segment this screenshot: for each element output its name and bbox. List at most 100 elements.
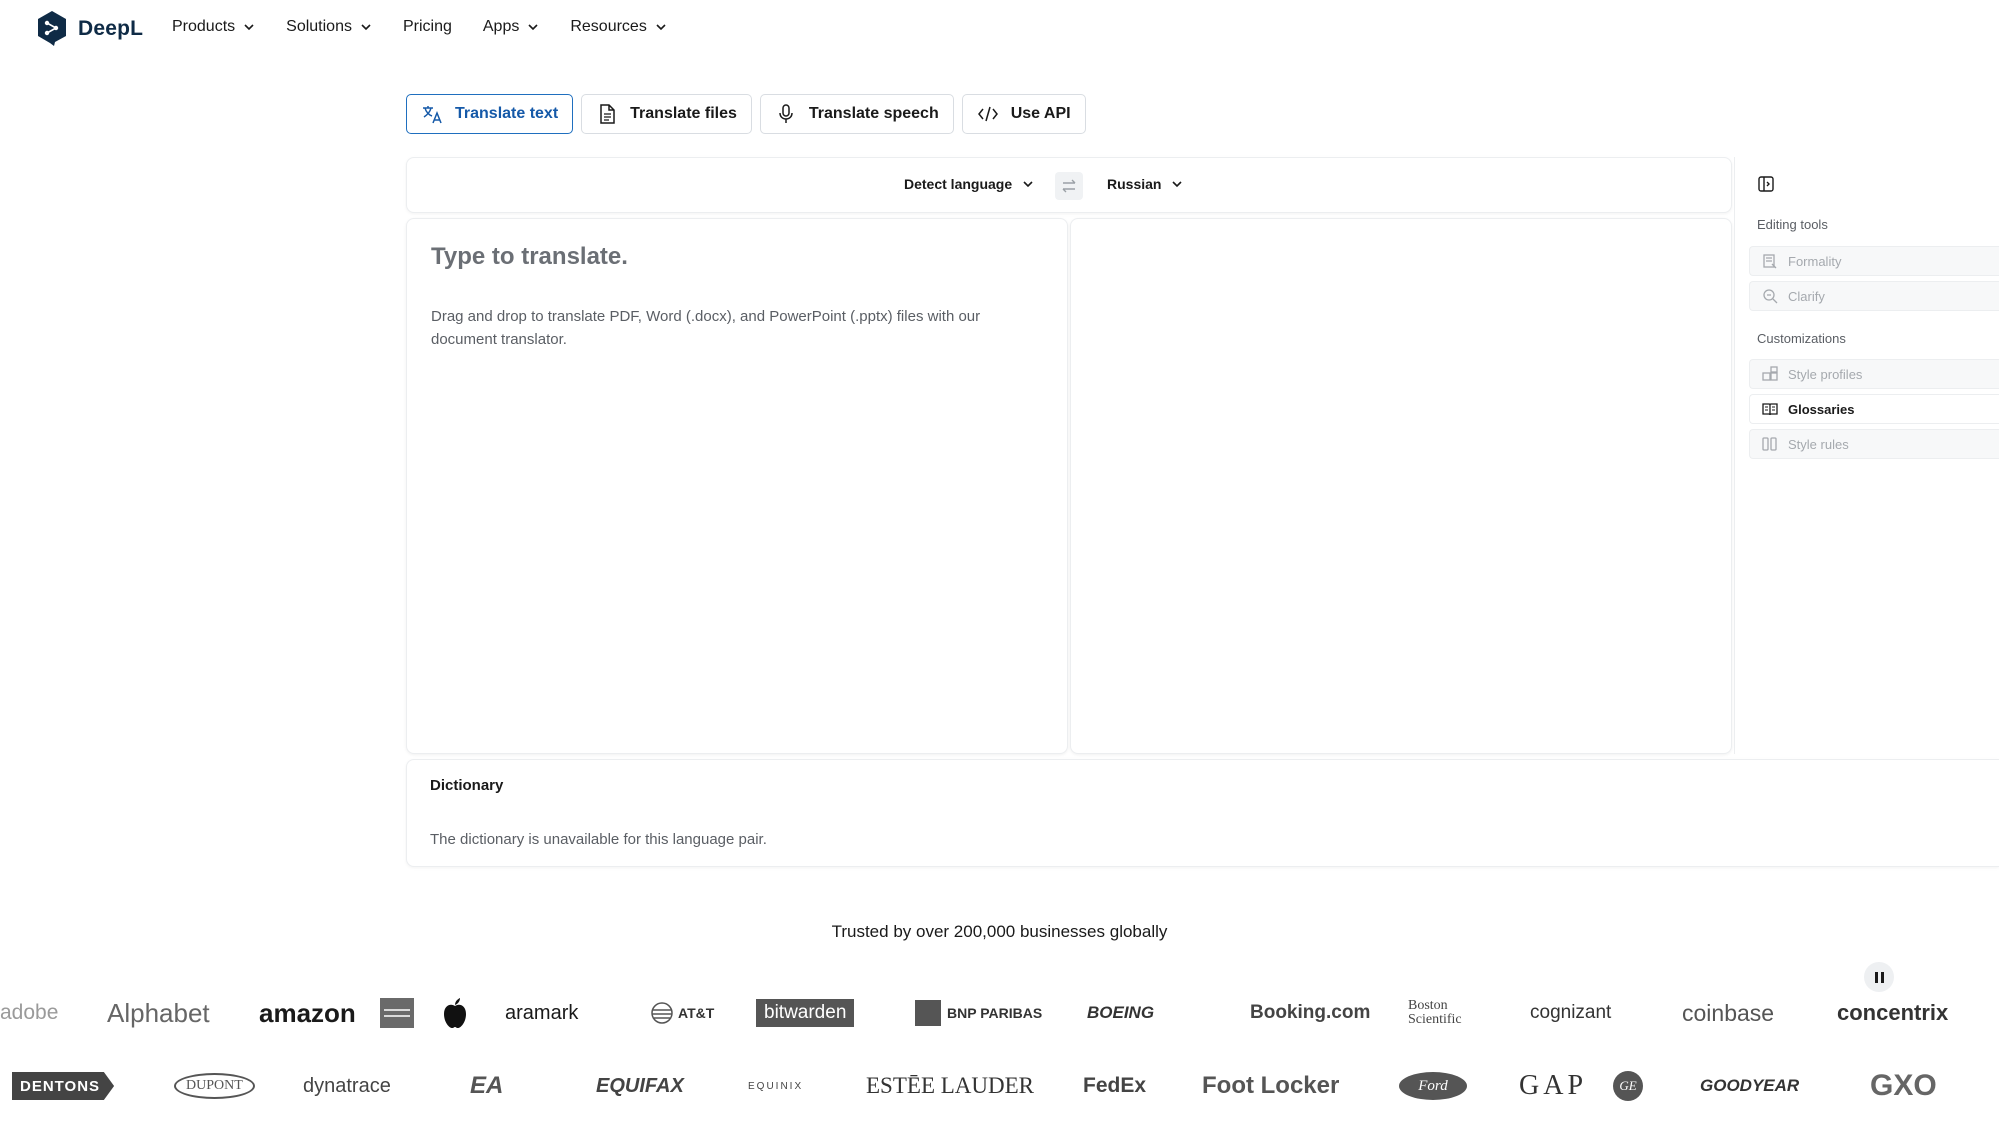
style-rules-icon bbox=[1762, 437, 1777, 451]
target-text-area[interactable] bbox=[1070, 218, 1732, 754]
nav-apps-label: Apps bbox=[482, 18, 520, 35]
nav-products-label: Products bbox=[172, 18, 236, 35]
style-rules-button[interactable]: Style rules bbox=[1749, 429, 1999, 459]
nav-solutions[interactable]: Solutions bbox=[286, 18, 372, 36]
nav-pricing[interactable]: Pricing bbox=[403, 18, 452, 36]
logo-bnp-text: BNP PARIBAS bbox=[947, 1005, 1043, 1021]
logo-gap: GAP bbox=[1519, 1070, 1588, 1101]
nav-resources-label: Resources bbox=[570, 18, 647, 35]
dictionary-message: The dictionary is unavailable for this l… bbox=[430, 831, 767, 848]
customizations-heading: Customizations bbox=[1757, 331, 1846, 346]
chevron-down-icon bbox=[361, 24, 371, 31]
logo-dupont: DUPONT bbox=[174, 1066, 255, 1106]
logo-att: AT&T bbox=[650, 993, 714, 1033]
clarify-icon bbox=[1763, 289, 1778, 304]
source-language-select[interactable]: Detect language bbox=[904, 176, 1034, 192]
chevron-down-icon bbox=[1172, 181, 1183, 188]
logo-fedex: FedEx bbox=[1083, 1074, 1147, 1097]
chevron-down-icon bbox=[244, 24, 254, 31]
logo-ford: Ford bbox=[1399, 1066, 1467, 1106]
tab-use-api[interactable]: Use API bbox=[961, 94, 1086, 134]
logo-amazon: amazon bbox=[259, 997, 356, 1028]
translate-icon bbox=[423, 106, 442, 124]
nav-apps[interactable]: Apps bbox=[483, 18, 539, 36]
logo-ea: EA bbox=[470, 1072, 504, 1099]
editing-tools-heading: Editing tools bbox=[1757, 217, 1828, 232]
bnp-square-mark bbox=[915, 1000, 941, 1026]
logo-equifax: EQUIFAX bbox=[596, 1074, 684, 1097]
logo-boeing: BOEING bbox=[1087, 1003, 1155, 1022]
logo-ge-text: GE bbox=[1613, 1071, 1643, 1101]
nav-pricing-label: Pricing bbox=[402, 18, 452, 35]
nav-solutions-label: Solutions bbox=[286, 18, 352, 35]
logo-cognizant: cognizant bbox=[1530, 1002, 1612, 1023]
glossary-icon bbox=[1762, 403, 1778, 416]
brand-name: DeepL bbox=[78, 16, 144, 40]
document-drop-hint: Drag and drop to translate PDF, Word (.d… bbox=[431, 308, 981, 348]
logo-adobe: adobe bbox=[0, 1001, 59, 1024]
chevron-down-icon bbox=[1023, 181, 1033, 188]
microphone-icon bbox=[779, 104, 793, 123]
logo-ge: GE bbox=[1613, 1066, 1643, 1106]
logo-foot-locker: Foot Locker bbox=[1202, 1072, 1340, 1099]
apple-logo bbox=[444, 998, 466, 1028]
deepl-logo[interactable]: DeepL bbox=[36, 10, 143, 47]
target-language-select[interactable]: Russian bbox=[1107, 176, 1183, 192]
pause-carousel-button[interactable] bbox=[1864, 962, 1894, 992]
logo-american-express bbox=[380, 993, 414, 1033]
glossaries-label: Glossaries bbox=[1788, 401, 1855, 417]
logo-dentons: DENTONS bbox=[12, 1066, 115, 1106]
style-profiles-label: Style profiles bbox=[1788, 366, 1863, 382]
logo-estee-lauder: ESTĒE LAUDER bbox=[866, 1073, 1035, 1098]
chevron-down-icon bbox=[656, 24, 666, 31]
swap-icon bbox=[1062, 179, 1076, 193]
tab-translate-files[interactable]: Translate files bbox=[581, 94, 752, 134]
mode-tabs: Translate text Translate files Translate… bbox=[406, 94, 1086, 134]
code-icon bbox=[977, 106, 998, 122]
style-profiles-button[interactable]: Style profiles bbox=[1749, 359, 1999, 389]
logo-goodyear: GOODYEAR bbox=[1700, 1076, 1800, 1095]
clarify-label: Clarify bbox=[1788, 288, 1825, 304]
source-placeholder: Type to translate. bbox=[431, 243, 628, 270]
swap-languages-button[interactable] bbox=[1055, 172, 1083, 200]
logo-apple bbox=[441, 993, 469, 1033]
top-navigation: DeepL Products Solutions Pricing Apps Re… bbox=[0, 0, 1999, 58]
tab-use-api-label: Use API bbox=[1010, 105, 1071, 122]
att-globe-logo bbox=[651, 1002, 673, 1024]
style-rules-label: Style rules bbox=[1788, 436, 1849, 452]
pause-icon-bar bbox=[1874, 971, 1878, 983]
nav-products[interactable]: Products bbox=[172, 18, 255, 36]
logo-equinix: EQUINIX bbox=[748, 1080, 804, 1092]
logo-booking: Booking.com bbox=[1250, 1002, 1371, 1023]
source-text-area[interactable]: Type to translate. Drag and drop to tran… bbox=[406, 218, 1068, 754]
tab-translate-text-label: Translate text bbox=[455, 105, 559, 122]
clarify-button[interactable]: Clarify bbox=[1749, 281, 1999, 311]
formality-button[interactable]: Formality bbox=[1749, 246, 1999, 276]
tab-translate-files-label: Translate files bbox=[630, 105, 737, 122]
logo-boston-scientific: Boston Scientific bbox=[1408, 998, 1462, 1027]
tab-translate-speech[interactable]: Translate speech bbox=[759, 94, 954, 134]
logo-gxo: GXO bbox=[1870, 1069, 1937, 1102]
glossaries-button[interactable]: Glossaries bbox=[1749, 394, 1999, 424]
tab-translate-speech-label: Translate speech bbox=[808, 105, 939, 122]
logo-ford-text: Ford bbox=[1399, 1072, 1467, 1100]
pause-icon-bar bbox=[1880, 971, 1884, 983]
language-bar: Detect language Russian bbox=[406, 157, 1732, 213]
logo-att-text: AT&T bbox=[678, 1005, 715, 1021]
dictionary-panel: Dictionary The dictionary is unavailable… bbox=[406, 759, 1999, 867]
customer-logos-row-1: adobe Alphabet amazon aramark AT&T bitwa… bbox=[0, 993, 1999, 1033]
tab-translate-text[interactable]: Translate text bbox=[406, 94, 574, 134]
logo-coinbase: coinbase bbox=[1682, 999, 1775, 1026]
american-express-logo bbox=[380, 998, 414, 1028]
logo-alphabet: Alphabet bbox=[107, 997, 210, 1028]
logo-dentons-text: DENTONS bbox=[12, 1072, 115, 1100]
dictionary-title: Dictionary bbox=[430, 777, 504, 794]
sidebar-toggle-icon[interactable] bbox=[1757, 175, 1775, 193]
nav-resources[interactable]: Resources bbox=[570, 18, 666, 36]
logo-dupont-text: DUPONT bbox=[174, 1073, 255, 1099]
style-profiles-icon bbox=[1762, 366, 1778, 381]
formality-icon bbox=[1763, 254, 1777, 269]
logo-dynatrace: dynatrace bbox=[303, 1074, 391, 1097]
target-language-label: Russian bbox=[1107, 176, 1162, 192]
formality-label: Formality bbox=[1788, 253, 1842, 269]
